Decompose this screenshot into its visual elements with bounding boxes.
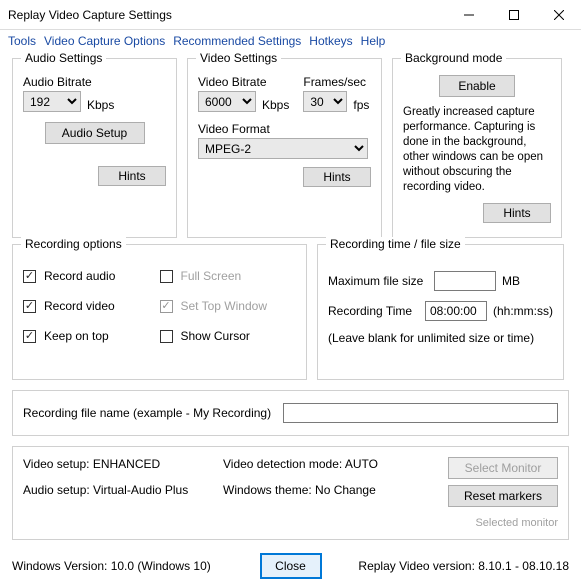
menu-tools[interactable]: Tools: [8, 34, 36, 48]
reset-markers-button[interactable]: Reset markers: [448, 485, 558, 507]
background-mode-title: Background mode: [401, 51, 506, 65]
kbps-label-v: Kbps: [262, 98, 289, 112]
windows-version-text: Windows Version: 10.0 (Windows 10): [12, 559, 246, 573]
max-file-size-label: Maximum file size: [328, 274, 428, 288]
video-settings-group: Video Settings Video Bitrate 6000 Kbps F…: [187, 58, 382, 238]
footer: Windows Version: 10.0 (Windows 10) Close…: [0, 546, 581, 588]
keep-on-top-checkbox[interactable]: [23, 330, 36, 343]
background-mode-desc: Greatly increased capture performance. C…: [403, 105, 551, 195]
fps-select[interactable]: 30: [303, 91, 347, 112]
maximize-button[interactable]: [491, 0, 536, 29]
video-format-select[interactable]: MPEG-2: [198, 138, 368, 159]
keep-on-top-label: Keep on top: [44, 329, 109, 343]
select-monitor-button: Select Monitor: [448, 457, 558, 479]
close-dialog-button[interactable]: Close: [261, 554, 321, 578]
setup-group: Video setup: ENHANCED Audio setup: Virtu…: [12, 446, 569, 540]
video-settings-title: Video Settings: [196, 51, 281, 65]
app-version-text: Replay Video version: 8.10.1 - 08.10.18: [336, 559, 570, 573]
filename-label: Recording file name (example - My Record…: [23, 406, 271, 420]
selected-monitor-text: Selected monitor: [475, 517, 558, 529]
recording-time-title: Recording time / file size: [326, 237, 465, 251]
menubar: Tools Video Capture Options Recommended …: [0, 30, 581, 52]
record-video-label: Record video: [44, 299, 115, 313]
recording-options-title: Recording options: [21, 237, 126, 251]
filename-input[interactable]: [283, 403, 558, 423]
bg-hints-button[interactable]: Hints: [483, 203, 551, 223]
video-setup-text: Video setup: ENHANCED: [23, 457, 223, 471]
hhmmss-label: (hh:mm:ss): [493, 304, 553, 318]
video-format-label: Video Format: [198, 122, 371, 136]
background-mode-group: Background mode Enable Greatly increased…: [392, 58, 562, 238]
audio-bitrate-label: Audio Bitrate: [23, 75, 166, 89]
audio-bitrate-select[interactable]: 192: [23, 91, 81, 112]
recording-options-group: Recording options Record audio Full Scre…: [12, 244, 307, 380]
record-video-checkbox[interactable]: [23, 300, 36, 313]
max-file-size-input[interactable]: [434, 271, 496, 291]
window-title: Replay Video Capture Settings: [0, 8, 446, 22]
filename-group: Recording file name (example - My Record…: [12, 390, 569, 436]
windows-theme-text: Windows theme: No Change: [223, 483, 403, 497]
recording-time-group: Recording time / file size Maximum file …: [317, 244, 564, 380]
enable-background-button[interactable]: Enable: [439, 75, 515, 97]
recording-time-label: Recording Time: [328, 304, 419, 318]
audio-hints-button[interactable]: Hints: [98, 166, 166, 186]
menu-video-capture-options[interactable]: Video Capture Options: [44, 34, 165, 48]
titlebar: Replay Video Capture Settings: [0, 0, 581, 30]
video-bitrate-select[interactable]: 6000: [198, 91, 256, 112]
kbps-label: Kbps: [87, 98, 114, 112]
video-bitrate-label: Video Bitrate: [198, 75, 289, 89]
audio-settings-group: Audio Settings Audio Bitrate 192 Kbps Au…: [12, 58, 177, 238]
recording-time-input[interactable]: [425, 301, 487, 321]
record-audio-label: Record audio: [44, 269, 115, 283]
audio-setup-text: Audio setup: Virtual-Audio Plus: [23, 483, 223, 497]
audio-settings-title: Audio Settings: [21, 51, 106, 65]
recording-time-note: (Leave blank for unlimited size or time): [328, 331, 553, 345]
show-cursor-label: Show Cursor: [181, 329, 250, 343]
detection-mode-text: Video detection mode: AUTO: [223, 457, 403, 471]
fps-unit: fps: [353, 98, 369, 112]
set-top-window-label: Set Top Window: [181, 299, 268, 313]
set-top-window-checkbox: [160, 300, 173, 313]
menu-hotkeys[interactable]: Hotkeys: [309, 34, 352, 48]
minimize-button[interactable]: [446, 0, 491, 29]
record-audio-checkbox[interactable]: [23, 270, 36, 283]
menu-help[interactable]: Help: [361, 34, 386, 48]
full-screen-checkbox[interactable]: [160, 270, 173, 283]
video-hints-button[interactable]: Hints: [303, 167, 371, 187]
menu-recommended-settings[interactable]: Recommended Settings: [173, 34, 301, 48]
show-cursor-checkbox[interactable]: [160, 330, 173, 343]
audio-setup-button[interactable]: Audio Setup: [45, 122, 145, 144]
mb-label: MB: [502, 274, 520, 288]
full-screen-label: Full Screen: [181, 269, 242, 283]
close-button[interactable]: [536, 0, 581, 29]
fps-label: Frames/sec: [303, 75, 369, 89]
